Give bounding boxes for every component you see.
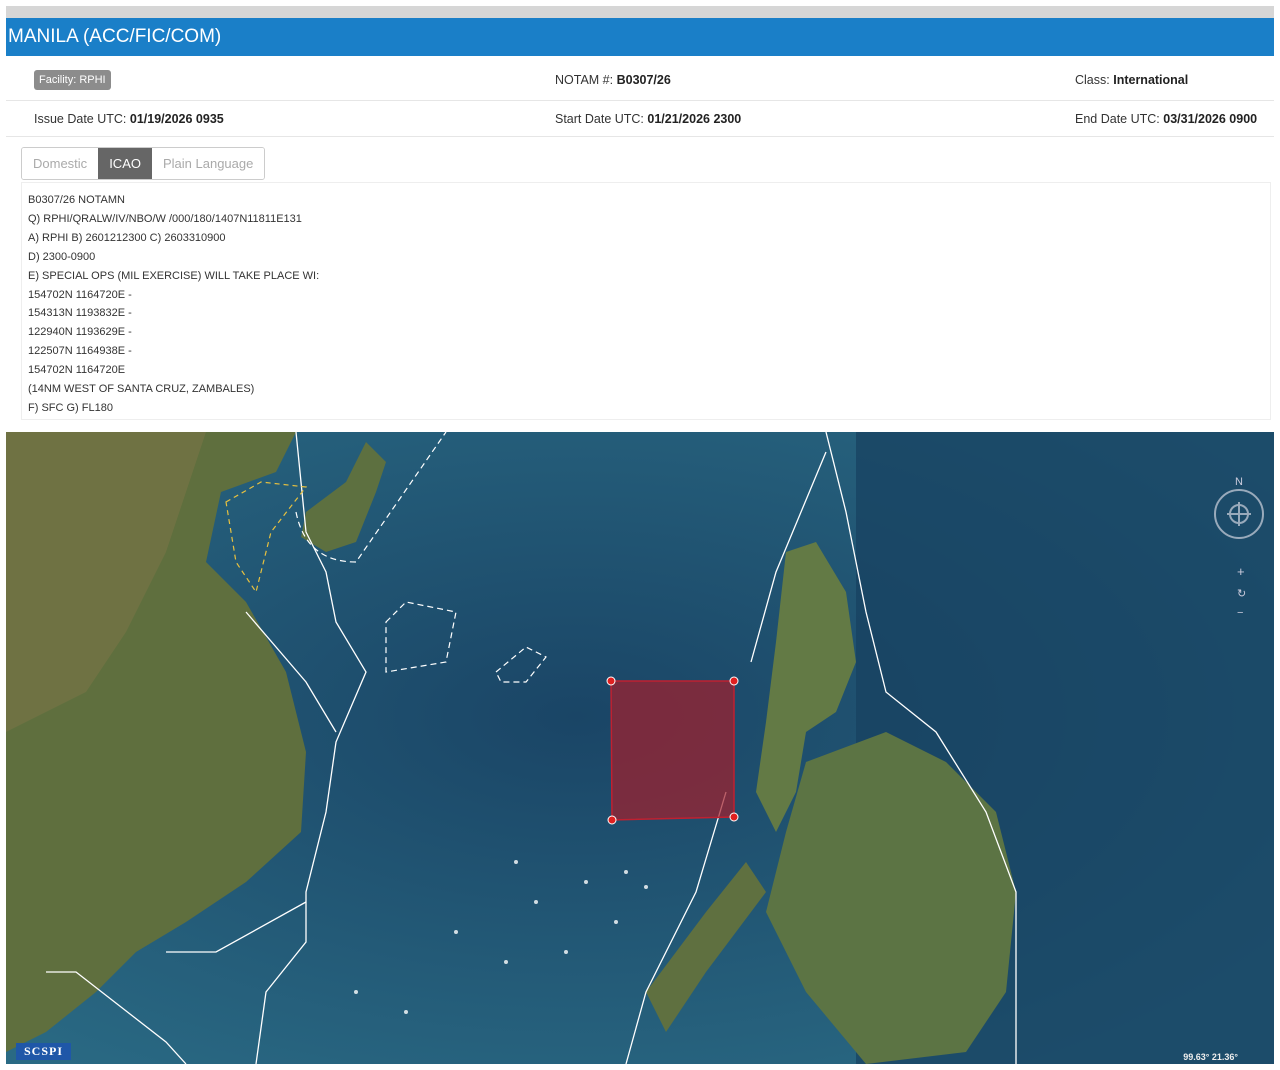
zoom-in-button[interactable]: +	[1237, 564, 1245, 579]
notam-number: NOTAM #: B0307/26	[555, 73, 671, 87]
notam-text: B0307/26 NOTAMN Q) RPHI/QRALW/IV/NBO/W /…	[21, 182, 1271, 420]
notam-line: (14NM WEST OF SANTA CRUZ, ZAMBALES)	[28, 383, 255, 396]
map-view[interactable]: N + ↻ − 99.63° 21.36° SCSPI	[6, 432, 1274, 1064]
tab-icao[interactable]: ICAO	[98, 148, 152, 179]
issue-label: Issue Date UTC:	[34, 111, 127, 126]
facility-badge: Facility: RPHI	[34, 70, 111, 90]
restricted-zone[interactable]	[610, 680, 735, 821]
reset-view-button[interactable]: ↻	[1237, 587, 1246, 600]
notam-line: F) SFC G) FL180	[28, 401, 113, 414]
info-row-2: Issue Date UTC: 01/19/2026 0935 Start Da…	[6, 101, 1274, 137]
notam-line: 154702N 1164720E -	[28, 288, 132, 301]
zone-vertex[interactable]	[729, 676, 739, 686]
notam-line: E) SPECIAL OPS (MIL EXERCISE) WILL TAKE …	[28, 269, 320, 282]
compass-label: N	[1235, 476, 1243, 488]
notam-line: B0307/26 NOTAMN	[28, 194, 126, 206]
notam-line: 122940N 1193629E -	[28, 326, 132, 339]
notam-line: 122507N 1164938E -	[28, 345, 132, 358]
zoom-out-button[interactable]: −	[1237, 607, 1243, 619]
coordinate-readout: 99.63° 21.36°	[1183, 1052, 1238, 1062]
notam-line: Q) RPHI/QRALW/IV/NBO/W /000/180/1407N118…	[28, 212, 302, 225]
map-canvas	[6, 432, 1274, 1064]
zone-vertex[interactable]	[729, 812, 739, 822]
zone-vertex[interactable]	[607, 815, 617, 825]
page-title: MANILA (ACC/FIC/COM)	[6, 18, 1274, 56]
notam-label: NOTAM #:	[555, 73, 614, 87]
format-tabs: Domestic ICAO Plain Language	[21, 147, 266, 180]
notam-line: 154313N 1193832E -	[28, 307, 132, 320]
end-value: 03/31/2026 0900	[1163, 111, 1258, 126]
start-label: Start Date UTC:	[555, 111, 644, 126]
notam-line: 154702N 1164720E	[28, 364, 126, 377]
zone-vertex[interactable]	[606, 676, 616, 686]
notam-class: Class: International	[1075, 73, 1188, 87]
issue-value: 01/19/2026 0935	[129, 111, 224, 126]
start-date: Start Date UTC: 01/21/2026 2300	[555, 112, 741, 126]
end-label: End Date UTC:	[1075, 111, 1160, 126]
start-value: 01/21/2026 2300	[647, 111, 742, 126]
notam-value: B0307/26	[616, 73, 671, 87]
tab-domestic[interactable]: Domestic	[22, 148, 99, 179]
notam-line: A) RPHI B) 2601212300 C) 2603310900	[28, 231, 226, 244]
info-row-1: Facility: RPHI NOTAM #: B0307/26 Class: …	[6, 60, 1274, 101]
issue-date: Issue Date UTC: 01/19/2026 0935	[34, 112, 224, 126]
notam-line: D) 2300-0900	[28, 250, 96, 263]
tab-plain-language[interactable]: Plain Language	[151, 148, 265, 179]
end-date: End Date UTC: 03/31/2026 0900	[1075, 112, 1257, 126]
class-label: Class:	[1075, 73, 1110, 87]
class-value: International	[1113, 73, 1189, 87]
top-bar	[6, 6, 1274, 18]
scspi-logo: SCSPI	[16, 1043, 72, 1060]
